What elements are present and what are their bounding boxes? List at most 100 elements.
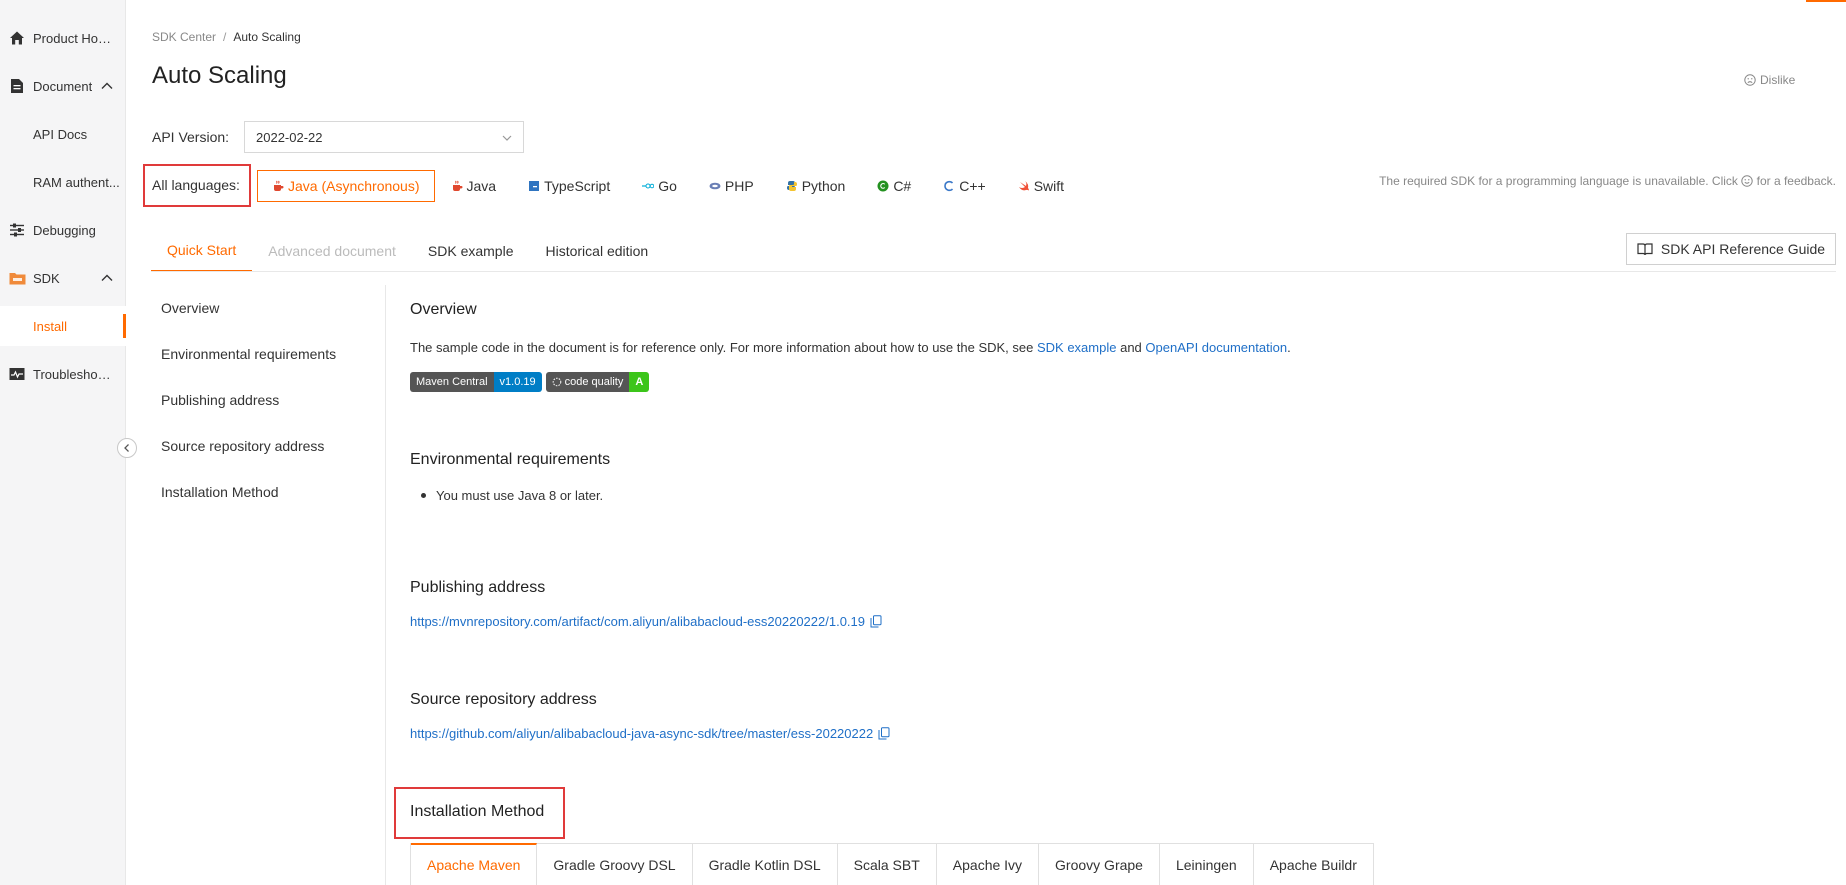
sidebar-item-sdk[interactable]: SDK [0, 258, 126, 298]
anchor-navigation: Overview Environmental requirements Publ… [151, 285, 385, 515]
tab-historical-edition[interactable]: Historical edition [529, 230, 664, 272]
language-java[interactable]: Java [435, 170, 513, 202]
page-title: Auto Scaling [152, 62, 287, 89]
sidebar-item-install[interactable]: Install [0, 306, 126, 346]
dislike-label: Dislike [1760, 73, 1796, 87]
sidebar-item-debugging[interactable]: Debugging [0, 210, 126, 250]
language-cpp[interactable]: C++ [927, 170, 1001, 202]
anchor-environmental-requirements[interactable]: Environmental requirements [151, 331, 385, 377]
sidebar-item-label: SDK [33, 270, 60, 286]
sidebar-item-ram-authentication[interactable]: RAM authent... [0, 162, 126, 202]
home-icon [8, 29, 26, 47]
language-java-async[interactable]: Java (Asynchronous) [257, 170, 435, 202]
list-item: You must use Java 8 or later. [421, 488, 1836, 503]
language-php[interactable]: PHP [693, 170, 770, 202]
section-title: Publishing address [410, 579, 546, 596]
section-environmental-requirements: Environmental requirements You must use … [410, 451, 1836, 503]
java-icon [274, 180, 284, 191]
sidebar-item-api-docs[interactable]: API Docs [0, 114, 126, 154]
badge-label-wrap: code quality [545, 372, 630, 392]
document-icon [8, 77, 26, 95]
tab-apache-buildr[interactable]: Apache Buildr [1254, 844, 1374, 885]
language-label: Python [801, 178, 846, 194]
language-label: C# [893, 178, 912, 194]
source-repository-link[interactable]: https://github.com/aliyun/alibabacloud-j… [410, 726, 873, 741]
list-item-text: You must use Java 8 or later. [436, 488, 604, 503]
smile-feedback-icon[interactable] [1741, 175, 1753, 187]
doc-tabs: Quick Start Advanced document SDK exampl… [151, 230, 664, 272]
copy-icon[interactable] [878, 727, 890, 740]
dislike-button[interactable]: Dislike [1744, 73, 1795, 87]
cpp-icon [944, 180, 954, 192]
tab-gradle-kotlin-dsl[interactable]: Gradle Kotlin DSL [693, 844, 838, 885]
tab-gradle-groovy-dsl[interactable]: Gradle Groovy DSL [537, 844, 693, 885]
source-url-line: https://github.com/aliyun/alibabacloud-j… [410, 726, 1836, 741]
breadcrumb-separator: / [223, 30, 227, 44]
tab-apache-maven[interactable]: Apache Maven [411, 843, 538, 885]
sdk-api-reference-button[interactable]: SDK API Reference Guide [1626, 233, 1836, 265]
copy-icon[interactable] [870, 615, 882, 628]
badge-value: A [629, 372, 650, 392]
sidebar-item-label: Product Hom... [33, 30, 115, 46]
section-title: Source repository address [410, 691, 597, 708]
sidebar-item-troubleshooting[interactable]: Troubleshoot... [0, 354, 126, 394]
section-title-installation-method: Installation Method [410, 803, 545, 820]
language-label: Swift [1033, 178, 1065, 194]
languages-label: All languages: [152, 177, 240, 193]
language-typescript[interactable]: TypeScript [512, 170, 626, 202]
anchor-publishing-address[interactable]: Publishing address [151, 377, 385, 423]
tab-sdk-example[interactable]: SDK example [412, 230, 530, 272]
language-label: Go [658, 178, 677, 194]
sidebar-item-label: Troubleshoot... [33, 366, 115, 382]
tab-advanced-document: Advanced document [268, 243, 396, 259]
sdk-example-link[interactable]: SDK example [1037, 340, 1116, 355]
language-csharp[interactable]: C# [861, 170, 927, 202]
sliders-icon [8, 221, 26, 239]
sidebar-item-label: Install [33, 318, 67, 334]
breadcrumb: SDK Center / Auto Scaling [152, 30, 301, 44]
openapi-documentation-link[interactable]: OpenAPI documentation [1145, 340, 1287, 355]
badge-label: Maven Central [410, 372, 494, 392]
chevron-left-icon [124, 444, 129, 452]
tab-quick-start[interactable]: Quick Start [151, 230, 253, 272]
anchor-installation-method[interactable]: Installation Method [151, 469, 385, 515]
python-icon [786, 181, 797, 191]
api-version-label: API Version: [152, 129, 230, 145]
chevron-up-icon[interactable] [100, 79, 114, 93]
tab-scala-sbt[interactable]: Scala SBT [838, 844, 937, 885]
top-accent-bar [1806, 0, 1846, 2]
badge-value: v1.0.19 [493, 372, 542, 392]
section-overview: Overview The sample code in the document… [410, 301, 1836, 392]
publishing-address-link[interactable]: https://mvnrepository.com/artifact/com.a… [410, 614, 865, 629]
monitor-icon [8, 365, 26, 383]
language-swift[interactable]: Swift [1002, 170, 1080, 202]
sidebar-item-document[interactable]: Document [0, 66, 126, 106]
badges: Maven Central v1.0.19 code quality A [410, 372, 1836, 392]
api-version-select[interactable]: 2022-02-22 [244, 121, 524, 153]
maven-central-badge[interactable]: Maven Central v1.0.19 [410, 372, 542, 392]
collapse-sidebar-button[interactable] [117, 438, 137, 458]
language-python[interactable]: Python [770, 170, 862, 202]
anchor-source-repository-address[interactable]: Source repository address [151, 423, 385, 469]
tab-leiningen[interactable]: Leiningen [1160, 844, 1254, 885]
tab-apache-ivy[interactable]: Apache Ivy [937, 844, 1040, 885]
sidebar: Product Hom... Document API Docs RAM aut… [0, 0, 126, 885]
sad-face-icon [1744, 74, 1756, 86]
section-title: Environmental requirements [410, 451, 611, 468]
section-source-repository-address: Source repository address https://github… [410, 691, 1836, 741]
anchor-overview[interactable]: Overview [151, 285, 385, 331]
language-go[interactable]: Go [626, 170, 693, 202]
sidebar-item-product-home[interactable]: Product Hom... [0, 18, 126, 58]
section-publishing-address: Publishing address https://mvnrepository… [410, 579, 1836, 629]
content-divider [385, 285, 386, 885]
breadcrumb-link-sdk-center[interactable]: SDK Center [152, 30, 216, 44]
language-label: C++ [959, 178, 986, 194]
feedback-note-text: The required SDK for a programming langu… [1379, 174, 1738, 188]
typescript-icon [529, 181, 540, 191]
language-label: Java [466, 178, 497, 194]
code-quality-badge[interactable]: code quality A [545, 372, 650, 392]
overview-text-part: The sample code in the document is for r… [410, 340, 1034, 355]
chevron-up-icon[interactable] [100, 271, 114, 285]
language-label: PHP [724, 178, 754, 194]
tab-groovy-grape[interactable]: Groovy Grape [1039, 844, 1160, 885]
